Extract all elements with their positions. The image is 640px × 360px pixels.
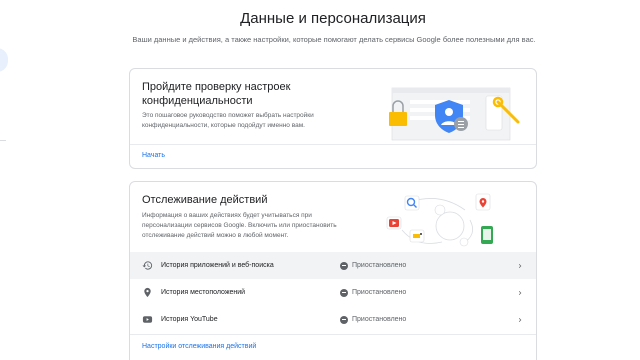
web-app-activity-row[interactable]: История приложений и веб-поиска Приостан… [130,252,536,279]
chevron-right-icon [515,288,525,298]
status-text: Приостановлено [352,262,407,269]
card-divider [130,144,536,145]
paused-icon [340,261,348,270]
paused-icon [340,315,348,324]
location-pin-icon [141,287,153,299]
chevron-right-icon [515,261,525,271]
privacy-checkup-title: Пройдите проверку настроек конфиденциаль… [142,81,291,107]
activity-controls-link[interactable]: Настройки отслеживания действий [142,343,256,350]
start-checkup-link[interactable]: Начать [142,152,165,159]
privacy-checkup-card[interactable]: Пройдите проверку настроек конфиденциаль… [129,68,537,169]
activity-controls-card: Отслеживание действий Информация о ваших… [129,181,537,360]
left-nav-edge [0,0,8,360]
activity-controls-description: Информация о ваших действиях будет учиты… [142,212,337,239]
activity-controls-title: Отслеживание действий [142,194,268,206]
row-label: История приложений и веб-поиска [161,262,274,269]
page-title: Данные и персонализация [240,10,426,27]
chevron-right-icon [515,315,525,325]
status-text: Приостановлено [352,289,407,296]
history-icon [141,260,153,272]
row-label: История YouTube [161,316,218,323]
nav-divider [0,140,6,141]
youtube-icon [141,314,153,326]
page-subtitle: Ваши данные и действия, а также настройк… [132,35,536,44]
status-text: Приостановлено [352,316,407,323]
paused-icon [340,288,348,297]
location-history-row[interactable]: История местоположений Приостановлено [130,279,536,306]
nav-selected-indicator[interactable] [0,48,8,72]
activity-controls-illustration [386,193,493,247]
privacy-checkup-illustration [389,87,520,141]
card-divider [130,334,536,335]
privacy-checkup-description: Это пошаговое руководство поможет выбрат… [142,112,314,129]
youtube-history-row[interactable]: История YouTube Приостановлено [130,306,536,333]
row-label: История местоположений [161,289,246,296]
